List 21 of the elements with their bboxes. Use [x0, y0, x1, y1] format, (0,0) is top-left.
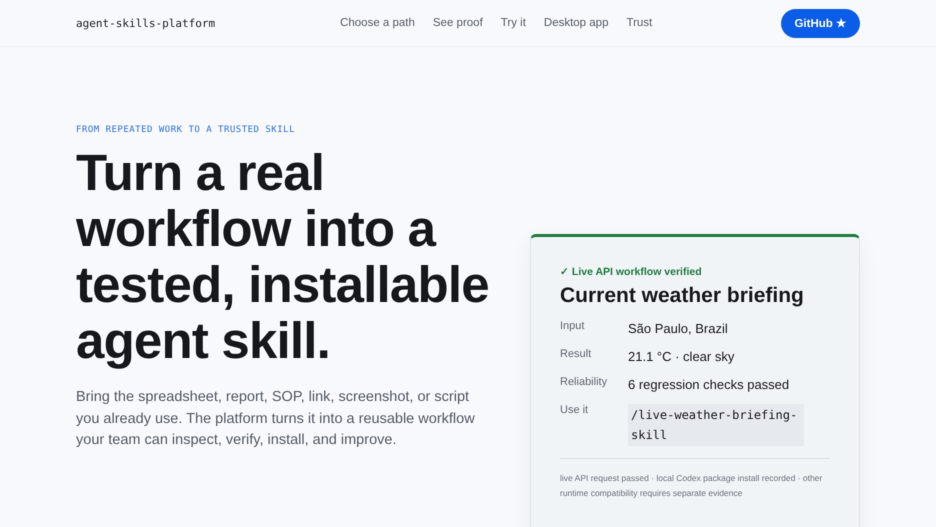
row-value: 6 regression checks passed [628, 376, 790, 394]
row-label: Input [560, 320, 586, 334]
hero-heading: Turn a real workflow into a tested, installable agent skill. [76, 145, 490, 369]
github-button[interactable]: GitHub ★ [781, 8, 860, 38]
command-snippet: /live-weather-briefing-skill [628, 404, 804, 446]
evidence-note: live API request passed · local Codex package install recorded · other runtime compatibility requires separate evidence [560, 472, 824, 500]
card-title: Current weather briefing [560, 284, 805, 308]
row-label: Use it [560, 404, 590, 418]
nav-link[interactable]: Trust [626, 17, 652, 29]
brand-name[interactable]: agent-skills-platform [76, 16, 216, 30]
eyebrow-text: FROM REPEATED WORK TO A TRUSTED SKILL [76, 125, 296, 135]
row-label: Reliability [560, 376, 608, 390]
nav-link[interactable]: Try it [500, 17, 526, 29]
nav-link[interactable]: Choose a path [340, 17, 415, 29]
verified-status: ✓ Live API workflow verified [560, 265, 703, 278]
row-value: 21.1 °C · clear sky [628, 348, 734, 366]
nav-link[interactable]: Desktop app [544, 17, 608, 29]
hero-description: Bring the spreadsheet, report, SOP, link, screenshot, or script you already use. The platform turns it into a reusable workflow your team can inspect, verify, install, and improve. [76, 388, 476, 450]
nav-link[interactable]: See proof [432, 17, 483, 29]
row-label: Result [560, 348, 592, 362]
row-value: São Paulo, Brazil [628, 320, 728, 338]
